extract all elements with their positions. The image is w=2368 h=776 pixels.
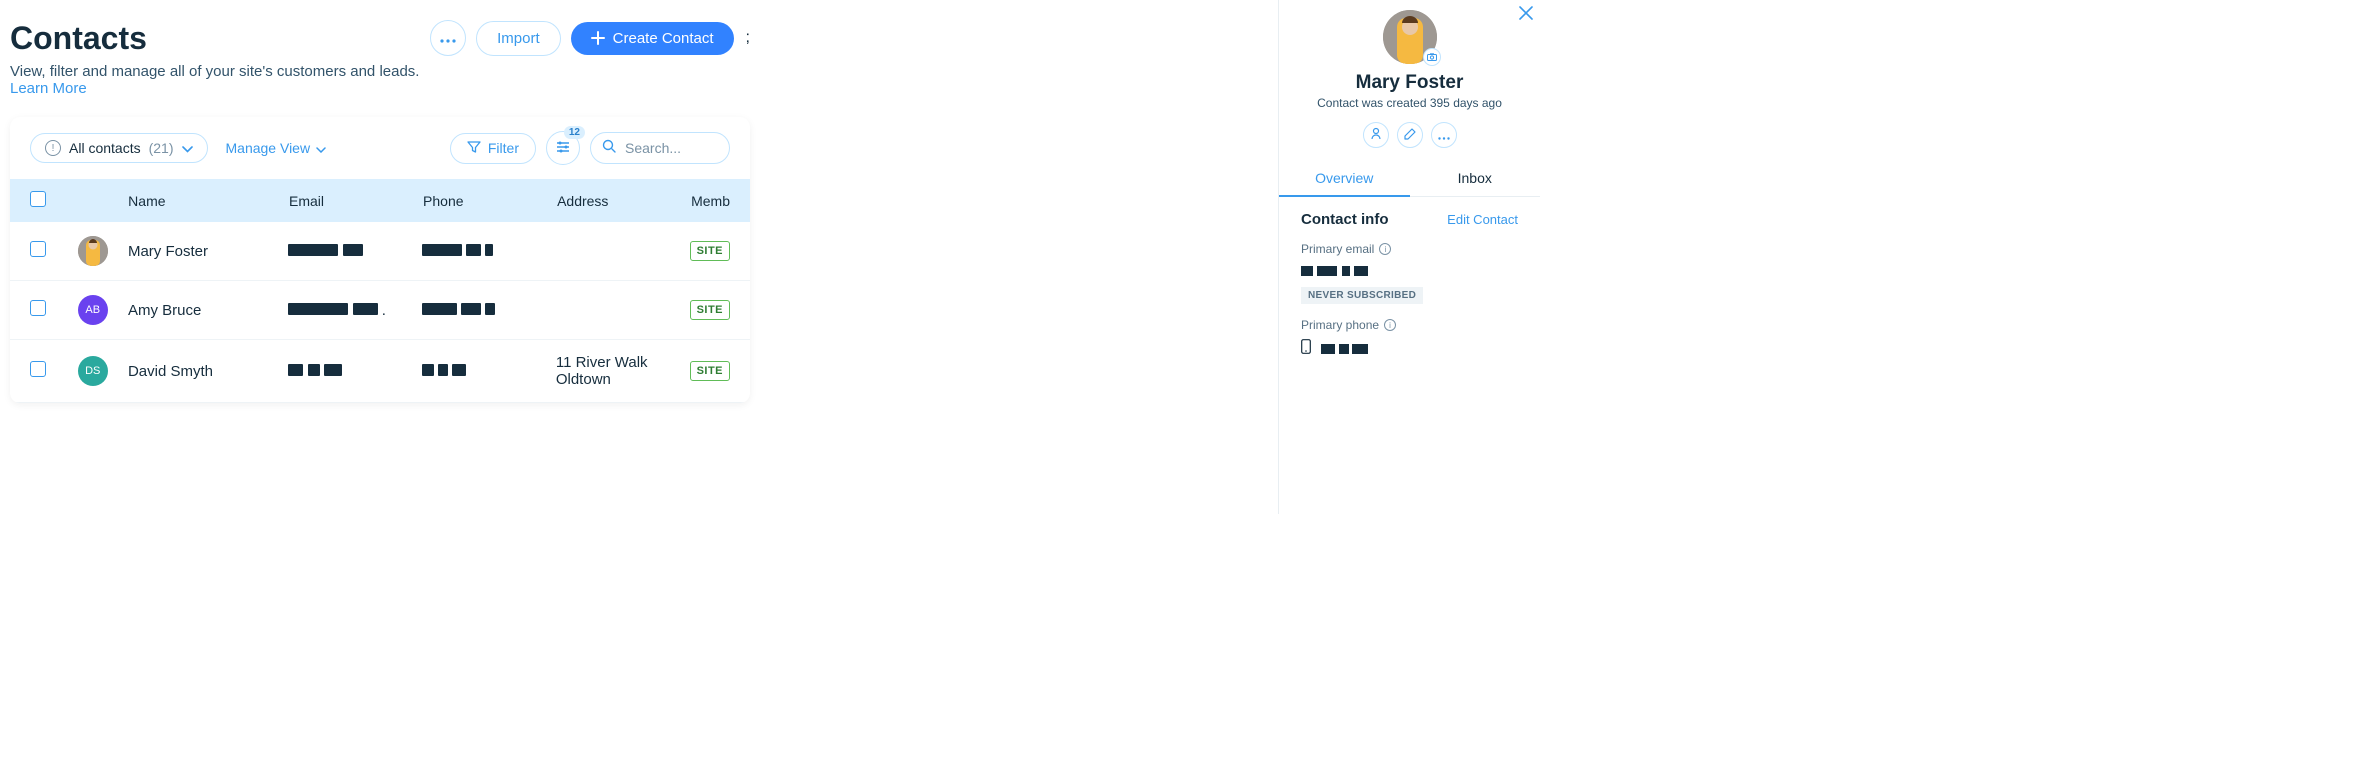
person-icon [1370,127,1382,143]
member-badge: SITE [690,361,730,381]
chevron-down-icon [316,140,326,156]
mobile-icon [1301,339,1311,357]
member-badge: SITE [690,300,730,320]
header-address[interactable]: Address [557,193,691,209]
camera-icon[interactable] [1423,48,1441,66]
row-phone-redacted [422,302,556,319]
table-row[interactable]: AB Amy Bruce . SITE [10,281,750,340]
member-badge: SITE [690,241,730,261]
table-toolbar: ! All contacts (21) Manage View [10,117,750,179]
chip-count: (21) [149,140,174,156]
tab-inbox[interactable]: Inbox [1410,162,1541,196]
page-title: Contacts [10,20,430,57]
chip-label: All contacts [69,140,141,156]
column-settings-wrap: 12 [546,131,580,165]
panel-avatar-wrap [1383,10,1437,64]
primary-phone-row [1301,338,1518,357]
tab-overview[interactable]: Overview [1279,162,1410,196]
more-action-button[interactable] [1431,122,1457,148]
alert-icon: ! [45,140,61,156]
avatar: AB [78,295,108,325]
table-row[interactable]: Mary Foster SITE [10,222,750,281]
label-text: Primary phone [1301,318,1379,332]
contact-side-panel: Mary Foster Contact was created 395 days… [1278,0,1540,514]
edit-contact-link[interactable]: Edit Contact [1447,212,1518,227]
contact-info-title: Contact info [1301,211,1389,228]
panel-contact-subtext: Contact was created 395 days ago [1317,96,1502,110]
chevron-down-icon [182,140,193,156]
row-name: Mary Foster [116,243,288,260]
panel-contact-name: Mary Foster [1356,72,1464,94]
settings-count-badge: 12 [564,126,585,139]
panel-header: Mary Foster Contact was created 395 days… [1279,0,1540,148]
ellipsis-icon [440,31,456,46]
row-phone-redacted [422,363,556,380]
funnel-icon [467,140,481,157]
header-email[interactable]: Email [289,193,423,209]
subscription-badge: NEVER SUBSCRIBED [1301,287,1423,304]
toolbar-left: ! All contacts (21) Manage View [30,133,326,163]
primary-email-value-redacted [1301,260,1518,281]
row-phone-redacted [422,243,556,260]
row-name: Amy Bruce [116,302,288,319]
contact-info-head: Contact info Edit Contact [1301,211,1518,228]
info-icon[interactable]: i [1379,243,1391,255]
table-header: Name Email Phone Address Memb [10,179,750,222]
table-row[interactable]: DS David Smyth 11 River Walk Oldtown SIT… [10,340,750,403]
phone-value-redacted [1321,338,1368,357]
edit-action-button[interactable] [1397,122,1423,148]
title-area: Contacts View, filter and manage all of … [10,20,430,97]
create-contact-button[interactable]: Create Contact [571,22,734,55]
row-checkbox[interactable] [30,300,46,316]
row-email-redacted [288,243,422,260]
more-actions-button[interactable] [430,20,466,56]
row-address: 11 River Walk Oldtown [556,354,690,388]
row-checkbox[interactable] [30,241,46,257]
header-name[interactable]: Name [116,193,289,209]
main-content: Contacts View, filter and manage all of … [0,0,750,403]
pencil-icon [1404,128,1416,143]
create-btn-label: Create Contact [613,30,714,47]
filter-chip-all-contacts[interactable]: ! All contacts (21) [30,133,208,163]
toolbar-right: Filter 12 [450,131,730,165]
ellipsis-icon [1438,128,1450,143]
learn-more-link[interactable]: Learn More [10,80,87,97]
filter-label: Filter [488,140,519,156]
row-email-redacted: . [288,302,422,319]
header-member[interactable]: Memb [691,193,730,209]
subtitle-text: View, filter and manage all of your site… [10,63,419,80]
search-wrap [590,132,730,164]
info-icon[interactable]: i [1384,319,1396,331]
primary-email-label: Primary email i [1301,242,1518,256]
person-action-button[interactable] [1363,122,1389,148]
avatar: DS [78,356,108,386]
primary-phone-label: Primary phone i [1301,318,1518,332]
panel-tabs: Overview Inbox [1279,162,1540,197]
page-header: Contacts View, filter and manage all of … [10,20,750,97]
table-container: ! All contacts (21) Manage View [10,117,750,403]
stray-semicolon: ; [746,29,750,47]
page-subtitle: View, filter and manage all of your site… [10,63,430,97]
sliders-icon [556,141,570,156]
col-check [30,191,78,210]
row-name: David Smyth [116,363,288,380]
filter-button[interactable]: Filter [450,133,536,164]
avatar [78,236,108,266]
row-checkbox[interactable] [30,361,46,377]
select-all-checkbox[interactable] [30,191,46,207]
header-phone[interactable]: Phone [423,193,557,209]
manage-view-label: Manage View [226,140,311,156]
manage-view-link[interactable]: Manage View [226,140,327,156]
row-email-redacted [288,363,422,380]
import-button[interactable]: Import [476,21,561,56]
search-icon [602,139,616,158]
panel-actions [1363,122,1457,148]
label-text: Primary email [1301,242,1374,256]
header-actions: Import Create Contact ; [430,20,750,56]
plus-icon [591,31,605,45]
panel-body: Contact info Edit Contact Primary email … [1279,197,1540,371]
close-icon[interactable] [1518,4,1534,27]
